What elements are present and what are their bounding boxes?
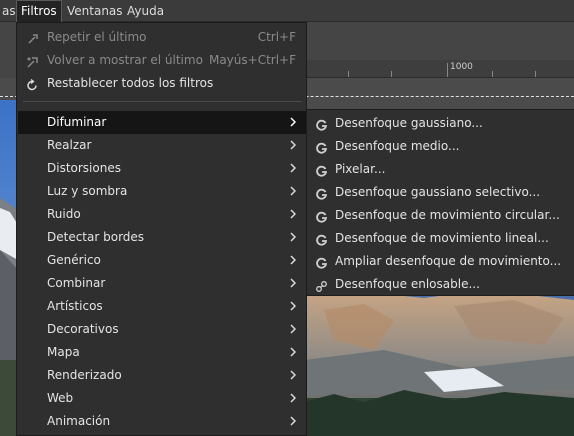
- zoom-motion-blur-item[interactable]: Ampliar desenfoque de movimiento...: [307, 250, 574, 273]
- item-label: Ruido: [47, 207, 81, 221]
- chevron-right-icon: [290, 324, 296, 334]
- gaussian-blur-item[interactable]: Desenfoque gaussiano...: [307, 112, 574, 135]
- ruler-tick: [348, 71, 349, 77]
- reset-all-filters-item[interactable]: Restablecer todos los filtros: [18, 72, 306, 95]
- item-label: Realzar: [47, 138, 92, 152]
- gegl-icon: [315, 232, 328, 246]
- item-label: Pixelar...: [335, 162, 386, 176]
- ruler-label: 1000: [450, 62, 473, 72]
- item-label: Combinar: [47, 276, 106, 290]
- chevron-right-icon: [290, 416, 296, 426]
- submenu-map[interactable]: Mapa: [18, 341, 306, 364]
- mountain-photo-icon: [304, 290, 574, 436]
- submenu-generic[interactable]: Genérico: [18, 249, 306, 272]
- item-label: Web: [47, 391, 74, 405]
- submenu-blur[interactable]: Difuminar: [18, 111, 306, 134]
- submenu-animation[interactable]: Animación: [18, 410, 306, 433]
- chevron-right-icon: [290, 301, 296, 311]
- item-label: Decorativos: [47, 322, 119, 336]
- item-label: Restablecer todos los filtros: [47, 76, 214, 90]
- gegl-icon: [315, 117, 328, 131]
- ruler-tick: [391, 71, 392, 77]
- gegl-icon: [315, 186, 328, 200]
- menu-separator: [23, 101, 302, 102]
- item-label: Distorsiones: [47, 161, 121, 175]
- submenu-decor[interactable]: Decorativos: [18, 318, 306, 341]
- item-label: Desenfoque enlosable...: [335, 277, 480, 291]
- chevron-right-icon: [290, 163, 296, 173]
- chevron-right-icon: [290, 209, 296, 219]
- item-label: Mapa: [47, 345, 80, 359]
- item-label: Animación: [47, 414, 111, 428]
- gegl-icon: [315, 140, 328, 154]
- tileable-blur-item[interactable]: Desenfoque enlosable...: [307, 273, 574, 296]
- menubar: as Filtros Ventanas Ayuda: [0, 0, 574, 22]
- pixelize-item[interactable]: Pixelar...: [307, 158, 574, 181]
- item-label: Difuminar: [47, 115, 107, 129]
- chevron-right-icon: [290, 370, 296, 380]
- chevron-right-icon: [290, 255, 296, 265]
- plugin-icon: [315, 278, 328, 292]
- item-label: Artísticos: [47, 299, 103, 313]
- shortcut-label: Mayús+Ctrl+F: [208, 53, 296, 67]
- submenu-render[interactable]: Renderizado: [18, 364, 306, 387]
- submenu-distorts[interactable]: Distorsiones: [18, 157, 306, 180]
- ruler-tick: [492, 71, 493, 77]
- chevron-right-icon: [290, 393, 296, 403]
- mean-blur-item[interactable]: Desenfoque medio...: [307, 135, 574, 158]
- submenu-combine[interactable]: Combinar: [18, 272, 306, 295]
- selective-gaussian-blur-item[interactable]: Desenfoque gaussiano selectivo...: [307, 181, 574, 204]
- circular-motion-blur-item[interactable]: Desenfoque de movimiento circular...: [307, 204, 574, 227]
- menu-filters[interactable]: Filtros: [16, 0, 62, 22]
- submenu-light-shadow[interactable]: Luz y sombra: [18, 180, 306, 203]
- item-label: Genérico: [47, 253, 101, 267]
- repeat-icon: [26, 31, 39, 44]
- linear-motion-blur-item[interactable]: Desenfoque de movimiento lineal...: [307, 227, 574, 250]
- item-label: Desenfoque medio...: [335, 139, 460, 153]
- filters-menu: Repetir el último Ctrl+F Volver a mostra…: [16, 22, 307, 436]
- menu-windows[interactable]: Ventanas: [63, 0, 127, 22]
- submenu-enhance[interactable]: Realzar: [18, 134, 306, 157]
- chevron-right-icon: [290, 278, 296, 288]
- blur-submenu: Desenfoque gaussiano... Desenfoque medio…: [306, 109, 574, 296]
- reshow-last-item[interactable]: Volver a mostrar el último Mayús+Ctrl+F: [18, 49, 306, 72]
- ruler-tick: [535, 71, 536, 77]
- chevron-right-icon: [290, 140, 296, 150]
- item-label: Desenfoque de movimiento circular...: [335, 208, 560, 222]
- chevron-right-icon: [290, 117, 296, 127]
- item-label: Repetir el último: [47, 30, 147, 44]
- item-label: Detectar bordes: [47, 230, 145, 244]
- chevron-right-icon: [290, 186, 296, 196]
- image-photo-right[interactable]: [304, 290, 574, 436]
- repeat-last-item[interactable]: Repetir el último Ctrl+F: [18, 26, 306, 49]
- menu-help[interactable]: Ayuda: [123, 0, 168, 22]
- item-label: Desenfoque de movimiento lineal...: [335, 231, 549, 245]
- item-label: Ampliar desenfoque de movimiento...: [335, 254, 562, 268]
- reshow-icon: [26, 54, 39, 68]
- item-label: Desenfoque gaussiano selectivo...: [335, 185, 541, 199]
- item-label: Desenfoque gaussiano...: [335, 116, 483, 130]
- item-label: Luz y sombra: [47, 184, 128, 198]
- gegl-icon: [315, 255, 328, 269]
- submenu-noise[interactable]: Ruido: [18, 203, 306, 226]
- chevron-right-icon: [290, 232, 296, 242]
- gegl-icon: [315, 163, 328, 177]
- item-label: Volver a mostrar el último: [47, 53, 203, 67]
- gegl-icon: [315, 209, 328, 223]
- reset-icon: [26, 77, 39, 91]
- chevron-right-icon: [290, 347, 296, 357]
- submenu-artistic[interactable]: Artísticos: [18, 295, 306, 318]
- submenu-web[interactable]: Web: [18, 387, 306, 410]
- item-label: Renderizado: [47, 368, 122, 382]
- submenu-edge-detect[interactable]: Detectar bordes: [18, 226, 306, 249]
- ruler-tick: [447, 63, 448, 77]
- horizontal-ruler[interactable]: 1000: [300, 60, 574, 78]
- shortcut-label: Ctrl+F: [257, 30, 296, 44]
